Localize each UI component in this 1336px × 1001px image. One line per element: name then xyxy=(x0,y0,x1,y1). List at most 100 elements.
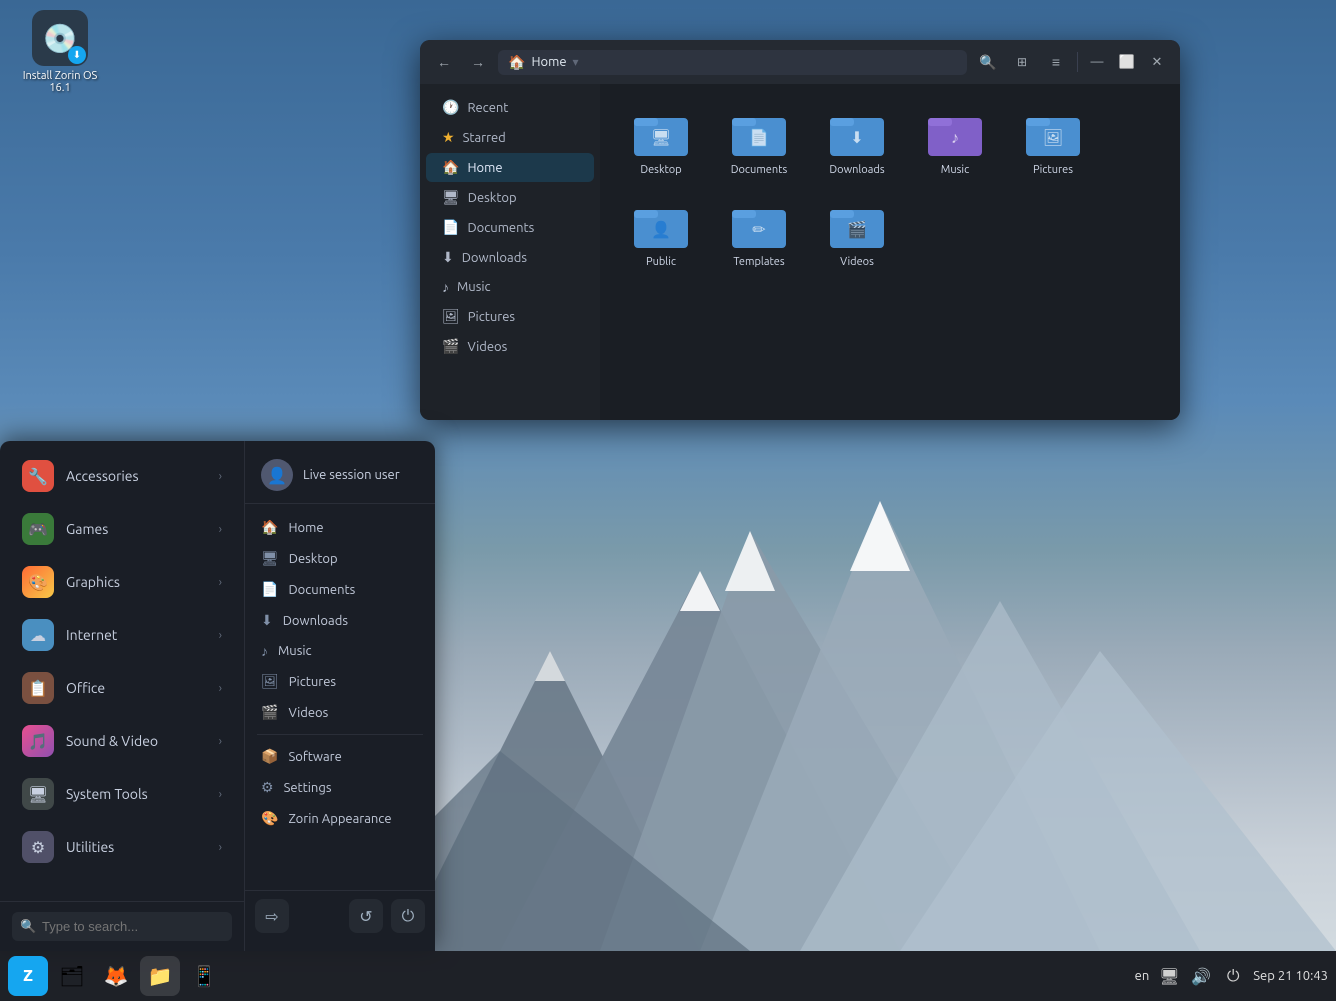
svg-text:📄: 📄 xyxy=(749,128,769,147)
app-place-home[interactable]: 🏠 Home xyxy=(245,512,435,543)
app-settings-icon: ⚙ xyxy=(261,779,274,796)
app-place-desktop-label: Desktop xyxy=(289,552,338,566)
app-cat-accessories[interactable]: 🔧 Accessories › xyxy=(6,450,238,502)
app-cat-utilities[interactable]: ⚙ Utilities › xyxy=(6,821,238,873)
fm-folder-documents[interactable]: 📄 Documents xyxy=(714,100,804,184)
fm-location-bar[interactable]: 🏠 Home ▾ xyxy=(498,50,967,75)
app-place-music-icon: ♪ xyxy=(261,643,268,659)
app-session-button[interactable]: ⇨ xyxy=(255,899,289,933)
taskbar-nautilus-button[interactable]: 📁 xyxy=(140,956,180,996)
fm-sidebar-desktop[interactable]: 🖥 Desktop xyxy=(426,183,594,212)
fm-recent-label: Recent xyxy=(467,101,508,115)
taskbar-lang[interactable]: en xyxy=(1135,969,1150,983)
app-cat-graphics[interactable]: 🎨 Graphics › xyxy=(6,556,238,608)
install-zorin-desktop-icon[interactable]: 💿 ⬇ Install Zorin OS 16.1 xyxy=(20,10,100,94)
app-power-button[interactable]: ⏻ xyxy=(391,899,425,933)
app-place-documents[interactable]: 📄 Documents xyxy=(245,574,435,605)
taskbar-connect-button[interactable]: 📱 xyxy=(184,956,224,996)
app-menu-search-area: 🔍 xyxy=(0,901,244,951)
fm-folder-videos[interactable]: 🎬 Videos xyxy=(812,192,902,276)
app-cat-office[interactable]: 📋 Office › xyxy=(6,662,238,714)
app-cat-soundvideo[interactable]: 🎵 Sound & Video › xyxy=(6,715,238,767)
fm-maximize-button[interactable]: ⬜ xyxy=(1114,49,1140,75)
app-place-downloads-label: Downloads xyxy=(283,614,348,628)
app-cat-systemtools-left: 🖥 System Tools xyxy=(22,778,148,810)
fm-back-button[interactable]: ← xyxy=(430,48,458,76)
app-place-music[interactable]: ♪ Music xyxy=(245,636,435,666)
app-cat-utilities-icon: ⚙ xyxy=(22,831,54,863)
app-cat-games[interactable]: 🎮 Games › xyxy=(6,503,238,555)
taskbar-firefox-button[interactable]: 🦊 xyxy=(96,956,136,996)
fm-sidebar-downloads[interactable]: ⬇ Downloads xyxy=(426,243,594,272)
app-menu-bottom: ⇨ ↺ ⏻ xyxy=(245,890,435,941)
fm-home-sidebar-label: Home xyxy=(467,161,502,175)
fm-sidebar-music[interactable]: ♪ Music xyxy=(426,273,594,301)
app-menu-user: 👤 Live session user xyxy=(245,451,435,504)
svg-text:⬇: ⬇ xyxy=(850,129,863,147)
app-cat-utilities-left: ⚙ Utilities xyxy=(22,831,114,863)
fm-search-button[interactable]: 🔍 xyxy=(973,48,1003,76)
app-refresh-button[interactable]: ↺ xyxy=(349,899,383,933)
fm-view-toggle-button[interactable]: ≡ xyxy=(1041,48,1071,76)
app-place-pictures-label: Pictures xyxy=(289,675,336,689)
fm-titlebar-actions: 🔍 ⊞ ≡ — ⬜ ✕ xyxy=(973,48,1170,76)
app-system-software[interactable]: 📦 Software xyxy=(245,741,435,772)
svg-text:🖥: 🖥 xyxy=(651,129,671,147)
fm-pictures-label: Pictures xyxy=(468,310,515,324)
fm-sidebar-videos[interactable]: 🎬 Videos xyxy=(426,332,594,361)
fm-close-button[interactable]: ✕ xyxy=(1144,49,1170,75)
app-cat-systemtools-chevron: › xyxy=(219,788,222,801)
app-cat-systemtools-icon: 🖥 xyxy=(22,778,54,810)
fm-sidebar-starred[interactable]: ★ Starred xyxy=(426,123,594,152)
fm-folder-music[interactable]: ♪ Music xyxy=(910,100,1000,184)
taskbar-power-button[interactable]: ⏻ xyxy=(1221,964,1245,988)
taskbar-files-button[interactable]: 🗂 xyxy=(52,956,92,996)
fm-location-text: Home xyxy=(531,55,566,69)
fm-minimize-button[interactable]: — xyxy=(1084,49,1110,75)
file-manager-titlebar: ← → 🏠 Home ▾ 🔍 ⊞ ≡ — ⬜ ✕ xyxy=(420,40,1180,84)
app-place-desktop[interactable]: 🖥 Desktop xyxy=(245,543,435,574)
app-place-videos-icon: 🎬 xyxy=(261,704,278,721)
app-zorin-appearance-label: Zorin Appearance xyxy=(288,812,391,826)
app-cat-office-chevron: › xyxy=(219,682,222,695)
fm-folder-public[interactable]: 👤 Public xyxy=(616,192,706,276)
taskbar-sound-button[interactable]: 🔊 xyxy=(1189,964,1213,988)
taskbar-datetime: Sep 21 10:43 xyxy=(1253,969,1328,983)
app-cat-internet[interactable]: ☁ Internet › xyxy=(6,609,238,661)
app-menu-categories-list: 🔧 Accessories › 🎮 Games › 🎨 Graphics › xyxy=(0,441,244,901)
app-system-settings[interactable]: ⚙ Settings xyxy=(245,772,435,803)
fm-documents-label: Documents xyxy=(467,221,534,235)
fm-videos-label: Videos xyxy=(467,340,507,354)
app-cat-internet-left: ☁ Internet xyxy=(22,619,117,651)
app-cat-systemtools[interactable]: 🖥 System Tools › xyxy=(6,768,238,820)
fm-desktop-icon: 🖥 xyxy=(442,189,460,206)
app-cat-systemtools-label: System Tools xyxy=(66,786,148,802)
app-search-input[interactable] xyxy=(12,912,232,941)
fm-sidebar-home[interactable]: 🏠 Home xyxy=(426,153,594,182)
fm-sidebar-recent[interactable]: 🕐 Recent xyxy=(426,93,594,122)
fm-view-button[interactable]: ⊞ xyxy=(1007,48,1037,76)
fm-folder-pictures[interactable]: 🖼 Pictures xyxy=(1008,100,1098,184)
app-zorin-appearance[interactable]: 🎨 Zorin Appearance xyxy=(245,803,435,834)
svg-text:♪: ♪ xyxy=(951,129,959,147)
app-place-videos[interactable]: 🎬 Videos xyxy=(245,697,435,728)
app-cat-soundvideo-icon: 🎵 xyxy=(22,725,54,757)
fm-folder-downloads[interactable]: ⬇ Downloads xyxy=(812,100,902,184)
taskbar-zorin-label: Z xyxy=(23,967,33,985)
fm-sidebar-documents[interactable]: 📄 Documents xyxy=(426,213,594,242)
fm-forward-button[interactable]: → xyxy=(464,48,492,76)
taskbar-zorin-button[interactable]: Z xyxy=(8,956,48,996)
fm-folder-templates[interactable]: ✏ Templates xyxy=(714,192,804,276)
install-badge: ⬇ xyxy=(68,46,86,64)
fm-folder-desktop[interactable]: 🖥 Desktop xyxy=(616,100,706,184)
fm-folder-grid: 🖥 Desktop 📄 Documents xyxy=(616,100,1164,276)
fm-folder-music-icon: ♪ xyxy=(926,108,984,160)
fm-divider xyxy=(1077,52,1078,72)
taskbar-monitor-button[interactable]: 🖥 xyxy=(1157,964,1181,988)
app-place-videos-label: Videos xyxy=(288,706,328,720)
app-place-pictures[interactable]: 🖼 Pictures xyxy=(245,666,435,697)
app-place-downloads[interactable]: ⬇ Downloads xyxy=(245,605,435,636)
fm-sidebar-pictures[interactable]: 🖼 Pictures xyxy=(426,302,594,331)
app-place-music-label: Music xyxy=(278,644,312,658)
app-cat-soundvideo-left: 🎵 Sound & Video xyxy=(22,725,158,757)
